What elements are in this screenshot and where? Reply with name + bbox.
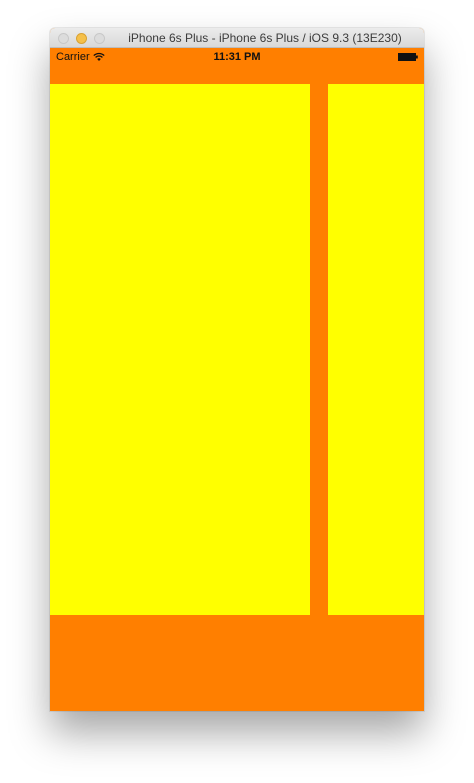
simulator-window: iPhone 6s Plus - iPhone 6s Plus / iOS 9.…: [50, 28, 424, 711]
battery-icon: [398, 53, 418, 61]
yellow-panel-left: [50, 84, 310, 615]
status-bar: Carrier 11:31 PM: [50, 48, 424, 64]
zoom-button[interactable]: [94, 33, 105, 44]
close-button[interactable]: [58, 33, 69, 44]
minimize-button[interactable]: [76, 33, 87, 44]
status-time: 11:31 PM: [213, 51, 261, 63]
yellow-panel-right: [328, 84, 424, 615]
device-screen[interactable]: Carrier 11:31 PM: [50, 48, 424, 711]
title-bar[interactable]: iPhone 6s Plus - iPhone 6s Plus / iOS 9.…: [50, 28, 424, 48]
window-title: iPhone 6s Plus - iPhone 6s Plus / iOS 9.…: [128, 31, 402, 45]
